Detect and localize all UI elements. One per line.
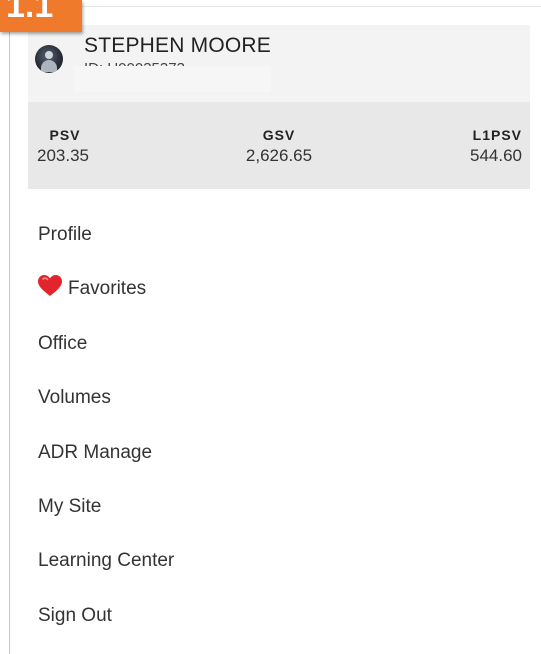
menu-item-label: Profile — [38, 224, 92, 245]
stat-l1psv-value: 544.60 — [470, 146, 522, 165]
menu-item-learning-center[interactable]: Learning Center — [38, 534, 174, 588]
step-badge-label: 1.1 — [6, 0, 54, 25]
menu-item-label: Volumes — [38, 387, 111, 409]
menu-item-label: Sign Out — [38, 604, 112, 626]
side-menu-screen: 1.1 STEPHEN MOORE ID: U00035373 PSV 203.… — [0, 0, 541, 654]
menu-item-label: My Site — [38, 495, 102, 517]
menu-item-profile[interactable]: Profile — [38, 208, 174, 262]
menu-item-label: ADR Manage — [38, 441, 153, 463]
stat-psv-label: PSV — [49, 127, 81, 143]
stat-gsv-label: GSV — [262, 127, 296, 143]
user-name: STEPHEN MOORE — [84, 34, 271, 57]
stat-l1psv: L1PSV 544.60 — [470, 127, 522, 166]
menu-item-sign-out[interactable]: Sign Out — [38, 589, 174, 643]
avatar-body-shape — [41, 60, 57, 72]
menu-item-label: Learning Center — [38, 550, 175, 572]
menu-item-my-site[interactable]: My Site — [38, 480, 174, 534]
heart-icon — [38, 265, 62, 297]
stat-psv: PSV 203.35 — [37, 127, 97, 166]
menu-item-label: Favorites — [68, 278, 147, 300]
nav-menu: Profile Favorites Office Volumes ADR Man… — [38, 208, 174, 643]
stat-gsv: GSV 2,626.65 — [241, 127, 317, 166]
avatar-head-shape — [45, 51, 53, 59]
stat-gsv-value: 2,626.65 — [245, 146, 313, 165]
stat-l1psv-label: L1PSV — [472, 127, 522, 143]
user-header[interactable]: STEPHEN MOORE ID: U00035373 — [28, 25, 530, 102]
panel-top-divider — [10, 6, 541, 7]
menu-item-adr-manage[interactable]: ADR Manage — [38, 426, 174, 480]
menu-item-office[interactable]: Office — [38, 317, 174, 371]
menu-item-label: Office — [38, 332, 88, 354]
volume-stats-bar: PSV 203.35 GSV 2,626.65 L1PSV 544.60 — [28, 102, 530, 189]
step-badge: 1.1 — [0, 0, 82, 32]
stat-psv-value: 203.35 — [37, 146, 89, 165]
id-redaction — [74, 66, 271, 92]
avatar[interactable] — [35, 45, 63, 73]
panel-left-border — [9, 0, 10, 654]
menu-item-volumes[interactable]: Volumes — [38, 371, 174, 425]
menu-item-favorites[interactable]: Favorites — [38, 262, 174, 316]
